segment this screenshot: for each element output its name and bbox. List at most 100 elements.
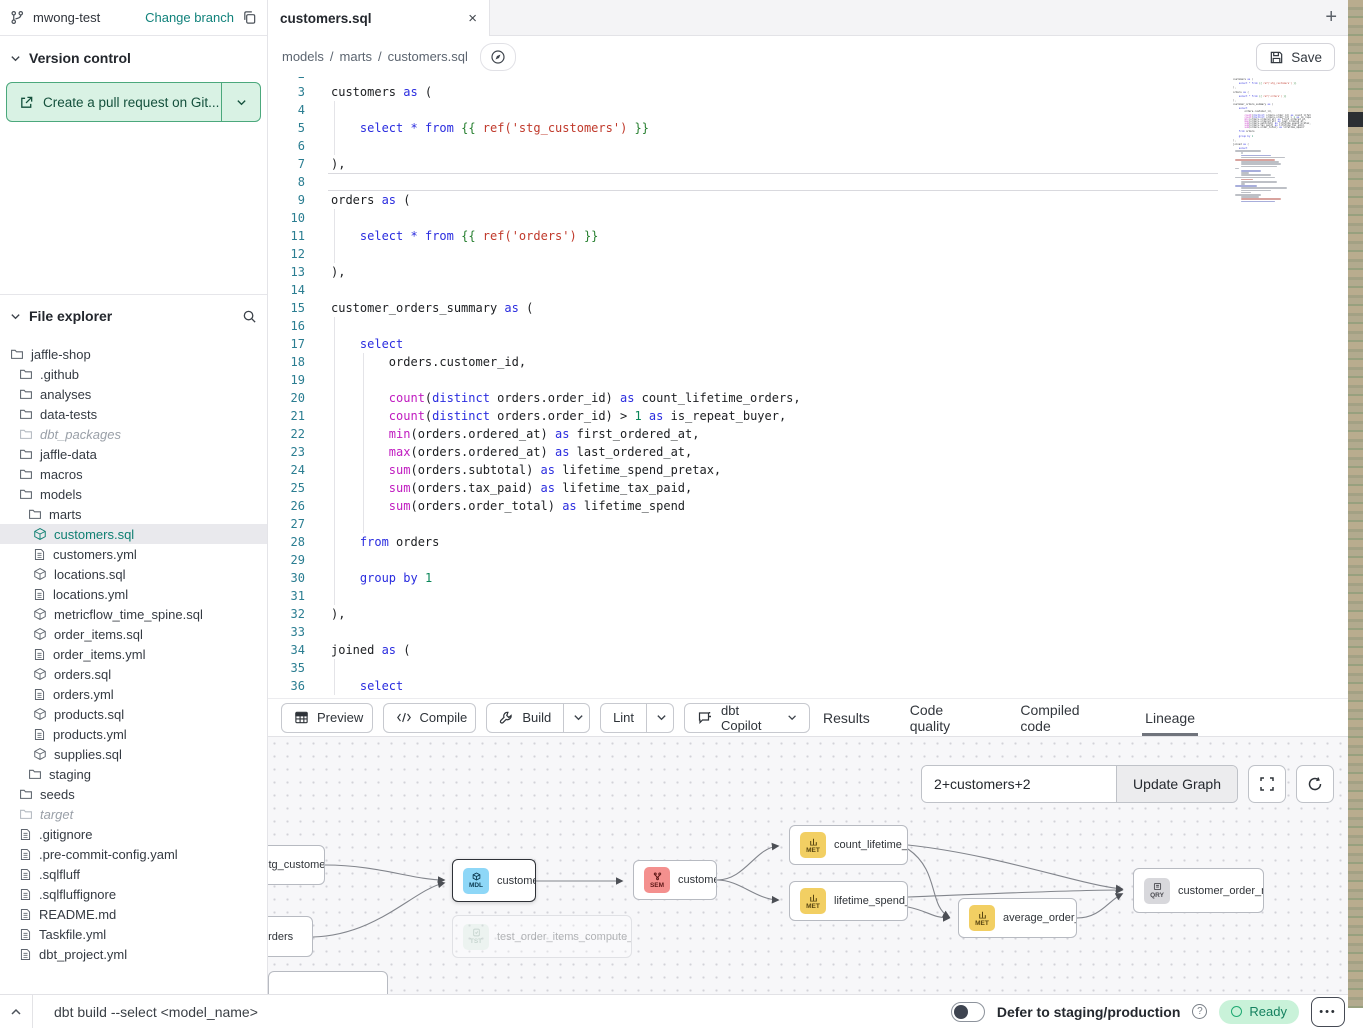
create-pr-button[interactable]: Create a pull request on Git... <box>6 82 261 122</box>
code-line-20[interactable]: 20 count(distinct orders.order_id) as co… <box>268 389 1363 407</box>
code-line-22[interactable]: 22 min(orders.ordered_at) as first_order… <box>268 425 1363 443</box>
lineage-node-customers-model[interactable]: MDLcustomers <box>452 859 536 902</box>
tree-item-marts[interactable]: marts <box>0 504 267 524</box>
new-tab-button[interactable]: + <box>1325 6 1337 29</box>
breadcrumb-marts[interactable]: marts <box>340 49 373 64</box>
tree-item-seeds[interactable]: seeds <box>0 784 267 804</box>
tree-item--sqlfluff[interactable]: .sqlfluff <box>0 864 267 884</box>
tree-item-metricflow-time-spine-sql[interactable]: metricflow_time_spine.sql <box>0 604 267 624</box>
code-line-19[interactable]: 19 <box>268 371 1363 389</box>
tree-item--sqlfluffignore[interactable]: .sqlfluffignore <box>0 884 267 904</box>
compass-icon[interactable] <box>480 43 516 71</box>
pr-button-chevron[interactable] <box>222 83 260 121</box>
lineage-node-customers-semantic[interactable]: SEMcustomers <box>633 860 717 900</box>
lineage-node-partial-node[interactable] <box>268 971 388 994</box>
breadcrumb-file[interactable]: customers.sql <box>388 49 468 64</box>
tree-item-locations-yml[interactable]: locations.yml <box>0 584 267 604</box>
code-line-31[interactable]: 31 <box>268 587 1363 605</box>
tree-item-orders-yml[interactable]: orders.yml <box>0 684 267 704</box>
scrollbar-thumb[interactable] <box>1348 112 1363 127</box>
tree-item--pre-commit-config-yaml[interactable]: .pre-commit-config.yaml <box>0 844 267 864</box>
code-line-16[interactable]: 16 <box>268 317 1363 335</box>
breadcrumb-models[interactable]: models <box>282 49 324 64</box>
code-line-7[interactable]: 7), <box>268 155 1363 173</box>
lineage-panel[interactable]: stg_customersordersMDLcustomersTSTtest_o… <box>268 737 1363 994</box>
code-line-9[interactable]: 9orders as ( <box>268 191 1363 209</box>
tree-item-readme-md[interactable]: README.md <box>0 904 267 924</box>
code-line-4[interactable]: 4 <box>268 101 1363 119</box>
lineage-node-stg-customers[interactable]: stg_customers <box>268 845 325 885</box>
tab-lineage[interactable]: Lineage <box>1142 699 1198 736</box>
code-line-23[interactable]: 23 max(orders.ordered_at) as last_ordere… <box>268 443 1363 461</box>
code-line-33[interactable]: 33 <box>268 623 1363 641</box>
code-line-30[interactable]: 30 group by 1 <box>268 569 1363 587</box>
code-line-17[interactable]: 17 select <box>268 335 1363 353</box>
code-line-32[interactable]: 32), <box>268 605 1363 623</box>
lineage-node-customer-order-metrics[interactable]: QRYcustomer_order_metrics <box>1133 868 1264 913</box>
tree-item-products-sql[interactable]: products.sql <box>0 704 267 724</box>
close-icon[interactable]: × <box>468 11 477 26</box>
code-line-36[interactable]: 36 select <box>268 677 1363 695</box>
code-line-34[interactable]: 34joined as ( <box>268 641 1363 659</box>
copy-icon[interactable] <box>242 10 257 25</box>
code-editor[interactable]: 23customers as (45 select * from {{ ref(… <box>268 77 1363 698</box>
fullscreen-icon[interactable] <box>1248 765 1286 803</box>
code-line-18[interactable]: 18 orders.customer_id, <box>268 353 1363 371</box>
tree-item-data-tests[interactable]: data-tests <box>0 404 267 424</box>
code-line-27[interactable]: 27 <box>268 515 1363 533</box>
search-icon[interactable] <box>242 309 257 324</box>
tree-item-dbt-project-yml[interactable]: dbt_project.yml <box>0 944 267 964</box>
tab-compiled-code[interactable]: Compiled code <box>1017 699 1108 736</box>
code-line-13[interactable]: 13), <box>268 263 1363 281</box>
lineage-node-lifetime-spend-pretax[interactable]: METlifetime_spend_pretax <box>789 881 908 921</box>
code-line-8[interactable]: 8 <box>268 173 1363 191</box>
compile-button[interactable]: Compile <box>383 703 477 733</box>
code-line-14[interactable]: 14 <box>268 281 1363 299</box>
expand-panel-chevron[interactable] <box>0 995 33 1028</box>
preview-button[interactable]: Preview <box>281 703 373 733</box>
chevron-down-icon[interactable] <box>10 311 21 322</box>
refresh-icon[interactable] <box>1296 765 1334 803</box>
code-line-10[interactable]: 10 <box>268 209 1363 227</box>
more-options-button[interactable]: ••• <box>1311 997 1345 1027</box>
lint-chevron[interactable] <box>646 704 674 732</box>
code-line-5[interactable]: 5 select * from {{ ref('stg_customers') … <box>268 119 1363 137</box>
lineage-selector-input[interactable] <box>922 766 1116 802</box>
code-line-15[interactable]: 15customer_orders_summary as ( <box>268 299 1363 317</box>
help-icon[interactable]: ? <box>1192 1004 1207 1019</box>
build-button[interactable]: Build <box>486 703 590 733</box>
code-line-26[interactable]: 26 sum(orders.order_total) as lifetime_s… <box>268 497 1363 515</box>
tree-item-analyses[interactable]: analyses <box>0 384 267 404</box>
tree-item-staging[interactable]: staging <box>0 764 267 784</box>
tree-item--github[interactable]: .github <box>0 364 267 384</box>
tree-item-jaffle-data[interactable]: jaffle-data <box>0 444 267 464</box>
lint-button[interactable]: Lint <box>600 703 674 733</box>
tree-item-locations-sql[interactable]: locations.sql <box>0 564 267 584</box>
tree-item-models[interactable]: models <box>0 484 267 504</box>
code-line-29[interactable]: 29 <box>268 551 1363 569</box>
code-line-6[interactable]: 6 <box>268 137 1363 155</box>
code-line-21[interactable]: 21 count(distinct orders.order_id) > 1 a… <box>268 407 1363 425</box>
defer-toggle[interactable] <box>951 1002 985 1022</box>
command-hint[interactable]: dbt build --select <model_name> <box>54 1004 258 1020</box>
code-line-11[interactable]: 11 select * from {{ ref('orders') }} <box>268 227 1363 245</box>
tree-item-dbt-packages[interactable]: dbt_packages <box>0 424 267 444</box>
update-graph-button[interactable]: Update Graph <box>1116 766 1237 802</box>
lineage-node-average-order-value[interactable]: METaverage_order_value <box>958 898 1077 938</box>
code-line-28[interactable]: 28 from orders <box>268 533 1363 551</box>
build-chevron[interactable] <box>563 704 590 732</box>
tree-item--gitignore[interactable]: .gitignore <box>0 824 267 844</box>
code-line-25[interactable]: 25 sum(orders.tax_paid) as lifetime_tax_… <box>268 479 1363 497</box>
tree-item-customers-yml[interactable]: customers.yml <box>0 544 267 564</box>
change-branch-link[interactable]: Change branch <box>145 10 234 25</box>
code-line-3[interactable]: 3customers as ( <box>268 83 1363 101</box>
tree-item-target[interactable]: target <box>0 804 267 824</box>
tab-results[interactable]: Results <box>820 699 873 736</box>
tree-item-macros[interactable]: macros <box>0 464 267 484</box>
tree-item-order-items-sql[interactable]: order_items.sql <box>0 624 267 644</box>
lineage-node-count-lifetime-orders[interactable]: METcount_lifetime_orders <box>789 825 908 865</box>
minimap[interactable]: customers as ( select * from {{ ref('stg… <box>1233 77 1311 203</box>
tree-item-jaffle-shop[interactable]: jaffle-shop <box>0 344 267 364</box>
code-line-12[interactable]: 12 <box>268 245 1363 263</box>
tree-item-customers-sql[interactable]: customers.sql <box>0 524 267 544</box>
